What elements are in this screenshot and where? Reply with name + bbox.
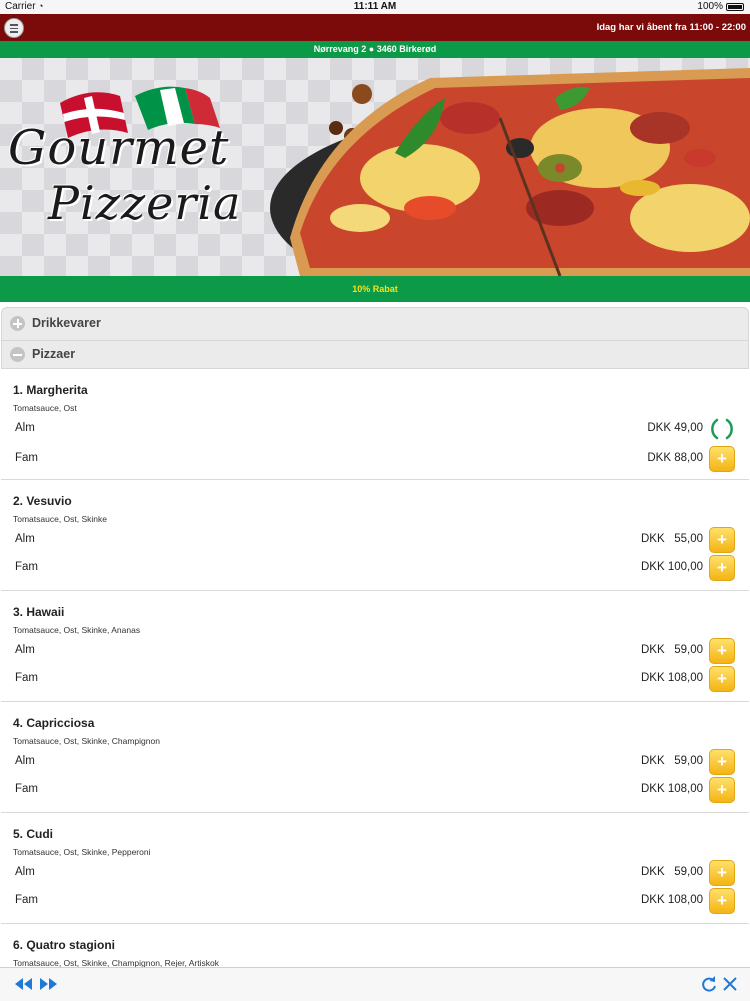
clock: 11:11 AM: [353, 1, 397, 12]
add-to-cart-button[interactable]: +: [709, 527, 735, 553]
item-name: 4. Capricciosa: [13, 716, 95, 730]
menu-item-quatro-stagioni: 6. Quatro stagioni Tomatsauce, Ost, Skin…: [1, 924, 749, 967]
size-label: Fam: [15, 452, 38, 464]
discount-banner[interactable]: 10% Rabat: [0, 276, 750, 302]
fast-forward-icon[interactable]: [38, 975, 58, 993]
refresh-icon[interactable]: [700, 975, 718, 993]
size-label: Alm: [15, 644, 35, 656]
item-description: Tomatsauce, Ost, Skinke, Champignon: [13, 736, 160, 746]
price-value: DKK 59,00: [640, 755, 703, 767]
item-name: 1. Margherita: [13, 383, 88, 397]
item-description: Tomatsauce, Ost: [13, 403, 77, 413]
size-label: Alm: [15, 866, 35, 878]
battery-icon: [726, 2, 744, 11]
price-value: DKK 108,00: [640, 672, 703, 684]
price-row: Alm DKK 55,00 +: [1, 526, 749, 554]
category-drikkevarer[interactable]: Drikkevarer: [1, 307, 749, 341]
restaurant-banner: Gourmet Pizzeria: [0, 58, 750, 276]
size-label: Fam: [15, 894, 38, 906]
size-label: Fam: [15, 672, 38, 684]
discount-text: 10% Rabat: [352, 284, 398, 294]
menu-item-hawaii: 3. Hawaii Tomatsauce, Ost, Skinke, Anana…: [1, 591, 749, 702]
price-row: Fam DKK 100,00 +: [1, 554, 749, 582]
logo-text-pizzeria: Pizzeria: [48, 176, 242, 230]
hamburger-menu-icon[interactable]: [4, 18, 24, 38]
item-name: 3. Hawaii: [13, 605, 65, 619]
price-row: Alm DKK 59,00 +: [1, 859, 749, 887]
price-row: Alm DKK 59,00 +: [1, 637, 749, 665]
menu-item-vesuvio: 2. Vesuvio Tomatsauce, Ost, Skinke Alm D…: [1, 480, 749, 591]
loading-spinner-icon: [711, 418, 733, 440]
price-row: Fam DKK 108,00 +: [1, 887, 749, 915]
price-value: DKK 55,00: [640, 533, 703, 545]
category-pizzaer[interactable]: Pizzaer: [1, 341, 749, 369]
menu-item-cudi: 5. Cudi Tomatsauce, Ost, Skinke, Peppero…: [1, 813, 749, 924]
price-value: DKK 100,00: [640, 561, 703, 573]
price-value: DKK 59,00: [640, 866, 703, 878]
battery-status: 100%: [697, 1, 744, 12]
size-label: Fam: [15, 561, 38, 573]
item-name: 5. Cudi: [13, 827, 54, 841]
add-to-cart-button[interactable]: +: [709, 446, 735, 472]
rewind-icon[interactable]: [14, 975, 34, 993]
logo-text-gourmet: Gourmet: [8, 120, 230, 176]
size-label: Alm: [15, 755, 35, 767]
item-description: Tomatsauce, Ost, Skinke, Ananas: [13, 625, 141, 635]
menu-item-capricciosa: 4. Capricciosa Tomatsauce, Ost, Skinke, …: [1, 702, 749, 813]
add-to-cart-button[interactable]: +: [709, 555, 735, 581]
add-to-cart-button[interactable]: +: [709, 860, 735, 886]
price-value: DKK 49,00: [647, 422, 703, 434]
status-bar: Carrier ◔ 11:11 AM 100%: [0, 0, 750, 14]
add-to-cart-button[interactable]: +: [709, 666, 735, 692]
price-row: Fam DKK 108,00 +: [1, 665, 749, 693]
opening-hours: Idag har vi åbent fra 11:00 - 22:00: [596, 22, 746, 33]
add-to-cart-button[interactable]: +: [709, 888, 735, 914]
item-name: 6. Quatro stagioni: [13, 938, 116, 952]
menu-list[interactable]: Drikkevarer Pizzaer 1. Margherita Tomats…: [0, 307, 750, 967]
add-to-cart-button[interactable]: +: [709, 638, 735, 664]
battery-percent: 100%: [697, 1, 723, 12]
price-value: DKK 59,00: [640, 644, 703, 656]
category-title: Pizzaer: [32, 347, 76, 361]
top-bar: Idag har vi åbent fra 11:00 - 22:00: [0, 14, 750, 41]
collapse-minus-icon: [10, 347, 25, 362]
menu-item-margherita: 1. Margherita Tomatsauce, Ost Alm DKK 49…: [1, 369, 749, 480]
item-description: Tomatsauce, Ost, Skinke, Champignon, Rej…: [13, 958, 219, 967]
size-label: Fam: [15, 783, 38, 795]
item-name: 2. Vesuvio: [13, 494, 72, 508]
restaurant-address: Nørrevang 2 ● 3460 Birkerød: [313, 44, 437, 54]
price-row: Alm DKK 59,00 +: [1, 748, 749, 776]
add-to-cart-button[interactable]: +: [709, 777, 735, 803]
price-row: Fam DKK 108,00 +: [1, 776, 749, 804]
price-value: DKK 108,00: [640, 783, 703, 795]
add-to-cart-button[interactable]: +: [709, 749, 735, 775]
price-row: Alm DKK 49,00: [1, 415, 749, 443]
size-label: Alm: [15, 533, 35, 545]
browser-toolbar: [0, 967, 750, 1001]
item-description: Tomatsauce, Ost, Skinke: [13, 514, 108, 524]
expand-plus-icon: [10, 316, 25, 331]
size-label: Alm: [15, 422, 35, 434]
category-title: Drikkevarer: [32, 316, 101, 330]
price-value: DKK 108,00: [640, 894, 703, 906]
item-description: Tomatsauce, Ost, Skinke, Pepperoni: [13, 847, 151, 857]
price-value: DKK 88,00: [647, 452, 703, 464]
price-row: Fam DKK 88,00 +: [1, 445, 749, 473]
close-icon[interactable]: [722, 975, 738, 993]
